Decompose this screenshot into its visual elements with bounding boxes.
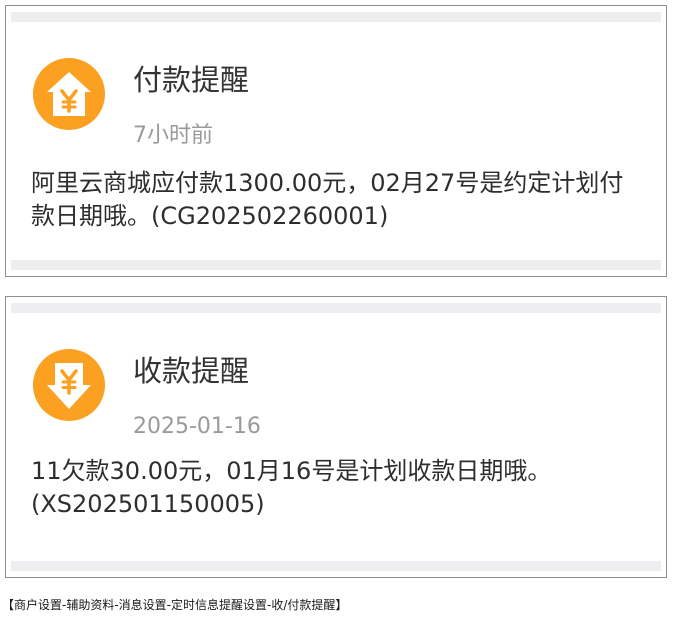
- house-yen-icon: [33, 58, 105, 130]
- card-title: 付款提醒: [133, 63, 250, 97]
- card-message: 11欠款30.00元，01月16号是计划收款日期哦。(XS20250115000…: [31, 457, 552, 518]
- settings-path-caption: 【商户设置-辅助资料-消息设置-定时信息提醒设置-收/付款提醒】: [2, 598, 348, 612]
- card-top-divider: [11, 303, 661, 313]
- card-bottom-divider: [11, 260, 661, 270]
- card-title: 收款提醒: [133, 354, 250, 388]
- card-message: 阿里云商城应付款1300.00元，02月27号是约定计划付款日期哦。(CG202…: [31, 169, 624, 230]
- card-timestamp: 2025-01-16: [133, 414, 261, 439]
- card-timestamp: 7小时前: [133, 123, 213, 148]
- download-yen-icon: [33, 349, 105, 421]
- card-top-divider: [11, 12, 661, 22]
- payment-reminder-card[interactable]: 付款提醒 7小时前 阿里云商城应付款1300.00元，02月27号是约定计划付款…: [5, 5, 667, 277]
- receipt-reminder-card[interactable]: 收款提醒 2025-01-16 11欠款30.00元，01月16号是计划收款日期…: [5, 296, 667, 578]
- card-bottom-divider: [11, 561, 661, 571]
